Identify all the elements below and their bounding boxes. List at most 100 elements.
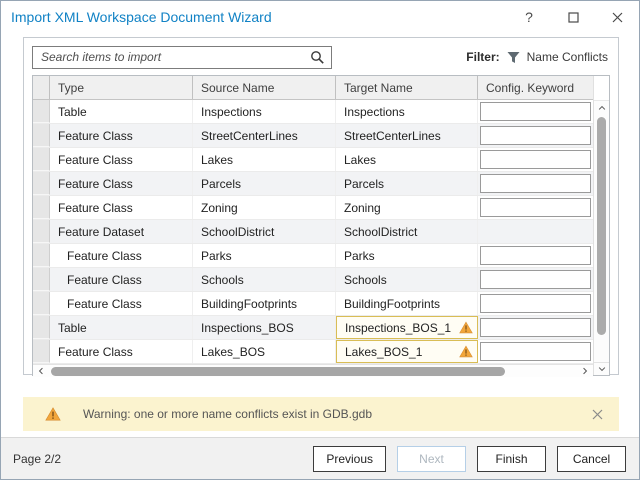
previous-button[interactable]: Previous bbox=[313, 446, 386, 472]
cell-config-keyword bbox=[478, 196, 593, 219]
warning-close-button[interactable] bbox=[588, 409, 607, 420]
conflict-warning-icon bbox=[459, 321, 473, 334]
warning-close-icon bbox=[592, 409, 603, 420]
close-icon bbox=[612, 12, 623, 23]
scroll-right-button[interactable] bbox=[577, 366, 593, 376]
cell-target[interactable]: Inspections_BOS_1 bbox=[336, 316, 478, 339]
config-keyword-input[interactable] bbox=[480, 294, 591, 313]
cell-config-keyword bbox=[478, 268, 593, 291]
cell-target[interactable]: Parcels bbox=[336, 172, 478, 195]
config-keyword-input[interactable] bbox=[480, 342, 591, 361]
horizontal-scrollbar[interactable] bbox=[33, 364, 593, 377]
row-selector[interactable] bbox=[33, 148, 50, 171]
filter-label: Filter: bbox=[466, 50, 499, 64]
cell-target[interactable]: BuildingFootprints bbox=[336, 292, 478, 315]
table-row: Feature Class Parks Parks bbox=[33, 244, 593, 268]
close-button[interactable] bbox=[595, 1, 639, 33]
cell-config-keyword bbox=[478, 100, 593, 123]
filter-area: Filter: Name Conflicts bbox=[466, 50, 610, 65]
maximize-button[interactable] bbox=[551, 1, 595, 33]
content-panel: Filter: Name Conflicts Type Source Name … bbox=[23, 37, 619, 375]
row-selector[interactable] bbox=[33, 268, 50, 291]
table-row: Feature Class BuildingFootprints Buildin… bbox=[33, 292, 593, 316]
cell-type: Feature Class bbox=[50, 124, 193, 147]
row-selector[interactable] bbox=[33, 244, 50, 267]
cell-target-text: Zoning bbox=[344, 201, 381, 215]
row-selector[interactable] bbox=[33, 340, 50, 363]
footer-buttons: Previous Next Finish Cancel bbox=[313, 446, 626, 472]
cell-target-text: Schools bbox=[344, 273, 387, 287]
cell-target[interactable]: Schools bbox=[336, 268, 478, 291]
search-input[interactable] bbox=[32, 46, 332, 69]
scroll-down-button[interactable] bbox=[594, 362, 609, 375]
cell-type: Feature Class bbox=[50, 340, 193, 363]
cell-target[interactable]: Inspections bbox=[336, 100, 478, 123]
header-selector-cell bbox=[33, 76, 50, 99]
cancel-button[interactable]: Cancel bbox=[557, 446, 626, 472]
column-header-target-name[interactable]: Target Name bbox=[336, 76, 478, 99]
cell-target[interactable]: Lakes bbox=[336, 148, 478, 171]
filter-value[interactable]: Name Conflicts bbox=[527, 50, 608, 64]
column-header-type[interactable]: Type bbox=[50, 76, 193, 99]
row-selector[interactable] bbox=[33, 100, 50, 123]
horizontal-scroll-thumb[interactable] bbox=[51, 367, 505, 376]
config-keyword-input[interactable] bbox=[480, 174, 591, 193]
config-keyword-input[interactable] bbox=[480, 150, 591, 169]
config-keyword-input[interactable] bbox=[480, 318, 591, 337]
cell-type: Table bbox=[50, 100, 193, 123]
table-row: Feature Class Zoning Zoning bbox=[33, 196, 593, 220]
cell-target[interactable]: Lakes_BOS_1 bbox=[336, 340, 478, 363]
table-row: Feature Class Schools Schools bbox=[33, 268, 593, 292]
config-keyword-input[interactable] bbox=[480, 198, 591, 217]
cell-type: Feature Dataset bbox=[50, 220, 193, 243]
config-keyword-input[interactable] bbox=[480, 126, 591, 145]
cell-type: Table bbox=[50, 316, 193, 339]
config-keyword-input[interactable] bbox=[480, 102, 591, 121]
table-main: Type Source Name Target Name Config. Key… bbox=[33, 76, 593, 375]
row-selector[interactable] bbox=[33, 172, 50, 195]
cell-target[interactable]: StreetCenterLines bbox=[336, 124, 478, 147]
table-row: Table Inspections_BOS Inspections_BOS_1 bbox=[33, 316, 593, 340]
filter-funnel-icon[interactable] bbox=[506, 50, 521, 65]
scroll-left-button[interactable] bbox=[33, 366, 49, 376]
vertical-scroll-track[interactable] bbox=[594, 115, 609, 362]
cell-config-keyword bbox=[478, 172, 593, 195]
chevron-down-icon bbox=[597, 364, 607, 374]
cell-target-text: SchoolDistrict bbox=[344, 225, 417, 239]
scroll-up-button[interactable] bbox=[594, 101, 609, 115]
cell-type: Feature Class bbox=[50, 148, 193, 171]
cell-source: Schools bbox=[193, 268, 336, 291]
cell-target[interactable]: SchoolDistrict bbox=[336, 220, 478, 243]
config-keyword-input[interactable] bbox=[480, 270, 591, 289]
vertical-scrollbar[interactable] bbox=[593, 76, 609, 375]
help-button[interactable]: ? bbox=[507, 1, 551, 33]
cell-type: Feature Class bbox=[50, 268, 193, 291]
finish-button[interactable]: Finish bbox=[477, 446, 546, 472]
column-header-config-keyword[interactable]: Config. Keyword bbox=[478, 76, 593, 99]
conflict-warning-icon bbox=[459, 345, 473, 358]
cell-config-keyword bbox=[478, 340, 593, 363]
cell-target-text: Lakes bbox=[344, 153, 376, 167]
import-items-table: Type Source Name Target Name Config. Key… bbox=[32, 75, 610, 376]
row-selector[interactable] bbox=[33, 316, 50, 339]
row-selector[interactable] bbox=[33, 220, 50, 243]
cell-source: StreetCenterLines bbox=[193, 124, 336, 147]
row-selector[interactable] bbox=[33, 196, 50, 219]
maximize-icon bbox=[568, 12, 579, 23]
cell-source: Zoning bbox=[193, 196, 336, 219]
help-icon: ? bbox=[525, 9, 533, 25]
table-row: Feature Dataset SchoolDistrict SchoolDis… bbox=[33, 220, 593, 244]
cell-config-keyword bbox=[478, 292, 593, 315]
cell-target-text: StreetCenterLines bbox=[344, 129, 441, 143]
cell-target[interactable]: Parks bbox=[336, 244, 478, 267]
cell-source: SchoolDistrict bbox=[193, 220, 336, 243]
row-selector[interactable] bbox=[33, 124, 50, 147]
warning-bar: Warning: one or more name conflicts exis… bbox=[23, 397, 619, 431]
cell-target[interactable]: Zoning bbox=[336, 196, 478, 219]
row-selector[interactable] bbox=[33, 292, 50, 315]
horizontal-scroll-track[interactable] bbox=[49, 365, 577, 377]
next-button[interactable]: Next bbox=[397, 446, 466, 472]
vertical-scroll-thumb[interactable] bbox=[597, 117, 606, 335]
column-header-source-name[interactable]: Source Name bbox=[193, 76, 336, 99]
config-keyword-input[interactable] bbox=[480, 246, 591, 265]
